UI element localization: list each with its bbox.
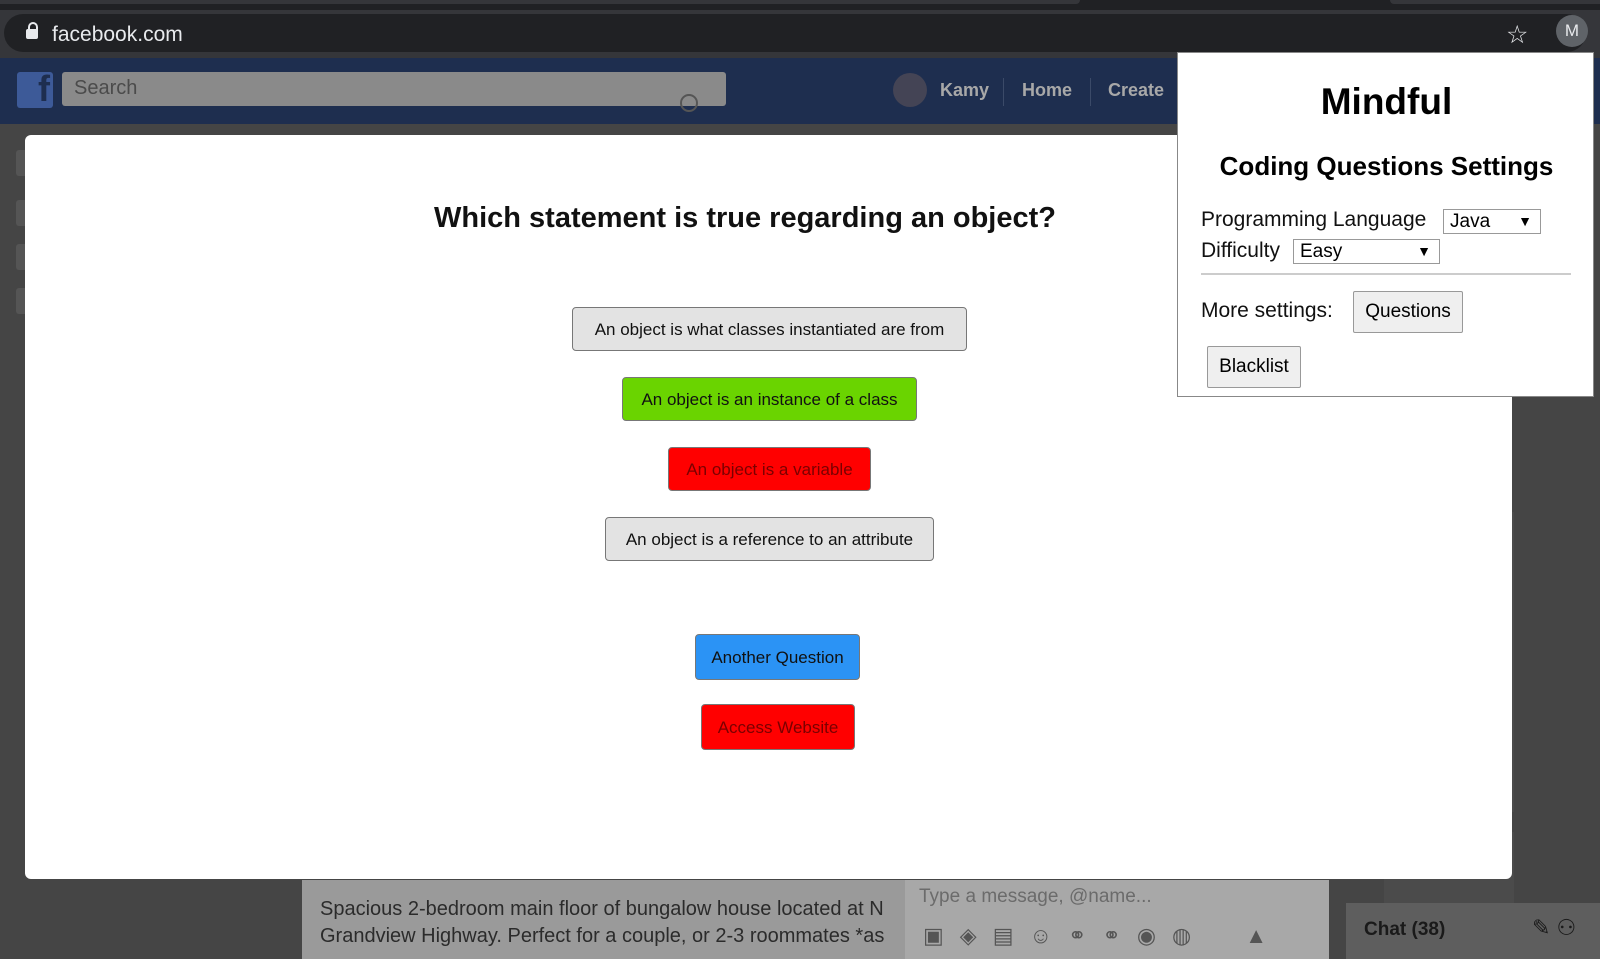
answer-option-1[interactable]: An object is what classes instantiated a… — [572, 307, 967, 351]
language-label: Programming Language — [1201, 208, 1427, 231]
facebook-search-input[interactable]: Search — [62, 72, 726, 106]
difficulty-label: Difficulty — [1201, 239, 1280, 262]
user-avatar[interactable] — [893, 73, 927, 107]
nav-home[interactable]: Home — [1022, 80, 1072, 101]
search-placeholder: Search — [74, 77, 138, 99]
answer-option-3[interactable]: An object is a variable — [668, 447, 871, 491]
browser-toolbar: facebook.com ☆ M — [0, 10, 1600, 58]
blacklist-button[interactable]: Blacklist — [1207, 346, 1301, 388]
divider — [1201, 273, 1571, 275]
message-composer: Type a message, @name... ▣◈▤☺⚭⚭◉◍ ▲ — [905, 880, 1329, 959]
dropdown-arrow-icon: ▼ — [1518, 213, 1532, 229]
popup-title: Mindful — [1320, 81, 1453, 122]
facebook-logo[interactable]: f — [17, 68, 53, 109]
bookmark-star-icon[interactable]: ☆ — [1506, 20, 1528, 50]
questions-button[interactable]: Questions — [1353, 291, 1463, 333]
post-card: Spacious 2-bedroom main floor of bungalo… — [302, 880, 910, 959]
browser-tabstrip — [0, 0, 1600, 10]
chat-label[interactable]: Chat (38) — [1364, 919, 1445, 941]
browser-tab[interactable] — [1390, 0, 1600, 4]
answer-option-2[interactable]: An object is an instance of a class — [622, 377, 917, 421]
composer-icons[interactable]: ▣◈▤☺⚭⚭◉◍ ▲ — [923, 918, 1283, 950]
nav-profile[interactable]: Kamy — [940, 80, 989, 101]
url-text[interactable]: facebook.com — [52, 23, 183, 47]
nav-create[interactable]: Create — [1108, 80, 1164, 101]
access-website-button[interactable]: Access Website — [701, 704, 855, 750]
extension-popup: Mindful Coding Questions Settings Progra… — [1177, 52, 1594, 397]
compose-icon[interactable]: ✎ ⚇ — [1532, 915, 1576, 941]
dropdown-arrow-icon: ▼ — [1417, 243, 1431, 259]
post-text: Spacious 2-bedroom main floor of bungalo… — [320, 898, 885, 947]
browser-tab[interactable] — [0, 0, 1080, 4]
address-bar[interactable]: facebook.com ☆ — [4, 14, 1586, 52]
more-settings-label: More settings: — [1201, 299, 1333, 322]
message-input[interactable]: Type a message, @name... — [919, 886, 1152, 908]
popup-subtitle: Coding Questions Settings — [1219, 151, 1554, 181]
answer-option-4[interactable]: An object is a reference to an attribute — [605, 517, 934, 561]
chat-bar[interactable]: Chat (38) ✎ ⚇ — [1346, 903, 1600, 959]
search-icon[interactable] — [680, 94, 698, 112]
nav-divider — [1090, 78, 1091, 106]
language-select[interactable]: Java ▼ — [1443, 209, 1541, 234]
difficulty-select[interactable]: Easy ▼ — [1293, 239, 1440, 264]
lock-icon[interactable] — [26, 22, 38, 39]
profile-avatar[interactable]: M — [1556, 15, 1588, 47]
another-question-button[interactable]: Another Question — [695, 634, 860, 680]
nav-divider — [1003, 78, 1004, 106]
